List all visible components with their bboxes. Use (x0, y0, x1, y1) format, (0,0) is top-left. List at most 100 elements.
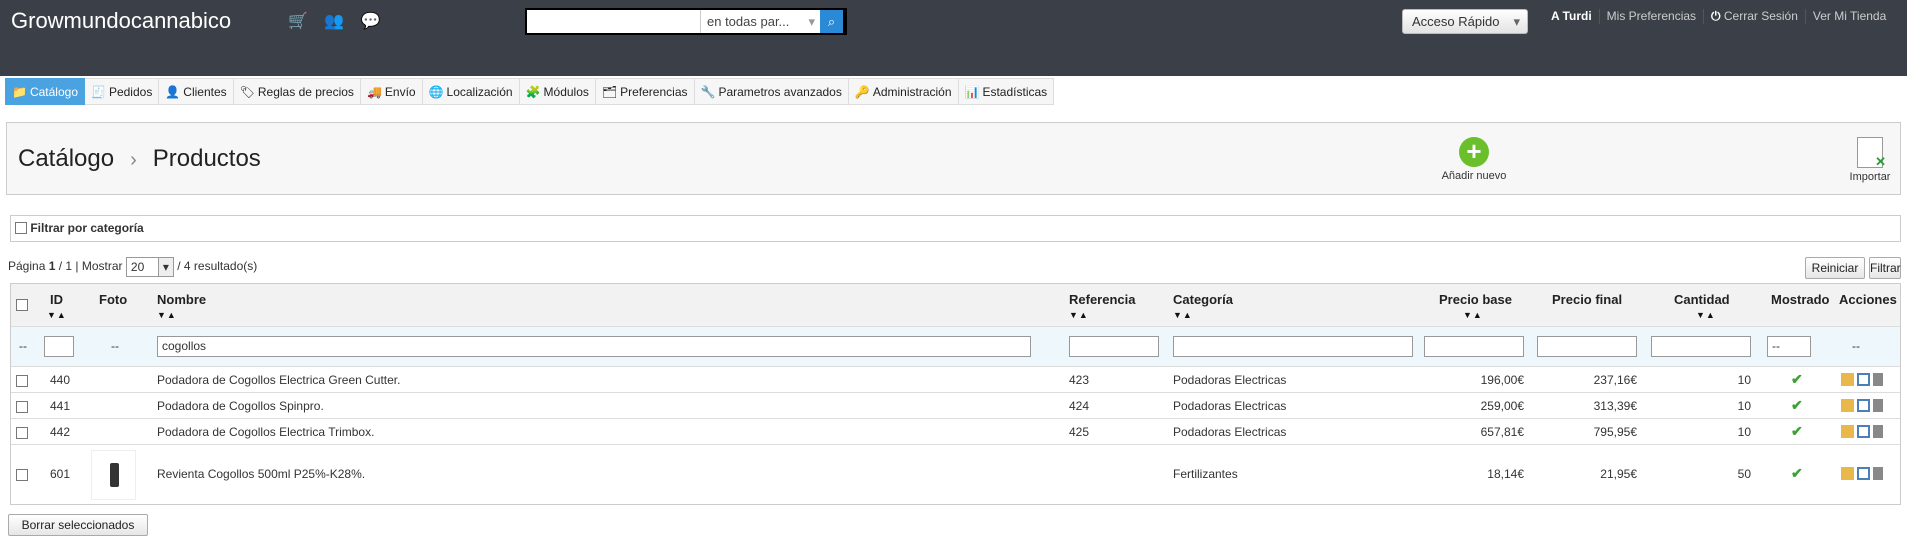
delete-icon[interactable] (1873, 399, 1883, 413)
cell-reference: 425 (1069, 425, 1090, 439)
enabled-check-icon[interactable]: ✔ (1791, 465, 1803, 482)
delete-icon[interactable] (1873, 373, 1883, 387)
col-name: Nombre (157, 292, 207, 307)
filter-id-input[interactable] (44, 336, 74, 357)
price-rules-icon: 🏷 (239, 85, 255, 99)
cell-name[interactable]: Podadora de Cogollos Electrica Trimbox. (157, 425, 374, 439)
shop-name[interactable]: Growmundocannabico (11, 8, 231, 34)
tab-catalogo[interactable]: 📁 Catálogo (5, 78, 85, 105)
key-icon: 🔑 (854, 85, 870, 99)
row-checkbox[interactable] (16, 427, 28, 439)
results-count: / 4 resultado(s) (177, 259, 258, 274)
messages-icon[interactable]: 💬 (361, 13, 381, 30)
reset-button[interactable]: Reiniciar (1805, 257, 1865, 279)
top-header: Growmundocannabico 🛒 👥 💬 en todas par...… (0, 0, 1907, 76)
edit-icon[interactable] (1841, 399, 1854, 413)
logout-link[interactable]: ⏻ Cerrar Sesión (1703, 9, 1805, 24)
table-header: ID ▼▲ Foto Nombre ▼▲ Referencia ▼▲ Categ… (11, 284, 1900, 326)
add-new-button[interactable]: + Añadir nuevo (1439, 137, 1509, 182)
delete-icon[interactable] (1873, 425, 1883, 439)
search-scope-select[interactable]: en todas par... (700, 10, 820, 33)
cell-name[interactable]: Podadora de Cogollos Electrica Green Cut… (157, 373, 400, 387)
sort-id-icon[interactable]: ▼▲ (47, 310, 67, 320)
tab-modulos[interactable]: 🧩 Módulos (519, 78, 596, 105)
filter-button[interactable]: Filtrar (1869, 257, 1901, 279)
my-preferences-link[interactable]: Mis Preferencias (1598, 9, 1703, 24)
delete-icon[interactable] (1873, 467, 1883, 481)
table-row[interactable]: 440 Podadora de Cogollos Electrica Green… (11, 366, 1900, 392)
table-row[interactable]: 442 Podadora de Cogollos Electrica Trimb… (11, 418, 1900, 444)
filter-shown-select[interactable]: -- (1767, 336, 1811, 357)
delete-selected-button[interactable]: Borrar seleccionados (8, 514, 148, 536)
breadcrumb-catalogo[interactable]: Catálogo (18, 145, 114, 172)
filter-reference-input[interactable] (1069, 336, 1159, 357)
tab-preferencias[interactable]: 🗂 Preferencias (595, 78, 695, 105)
edit-icon[interactable] (1841, 373, 1854, 387)
cell-category: Podadoras Electricas (1173, 373, 1287, 387)
cell-category: Podadoras Electricas (1173, 425, 1287, 439)
duplicate-icon[interactable] (1857, 399, 1870, 413)
cell-reference: 423 (1069, 373, 1090, 387)
products-table: ID ▼▲ Foto Nombre ▼▲ Referencia ▼▲ Categ… (10, 283, 1901, 505)
wrench-icon: 🔧 (700, 85, 716, 99)
cell-quantity: 50 (1737, 467, 1751, 481)
sort-category-icon[interactable]: ▼▲ (1173, 310, 1193, 320)
filter-name-input[interactable]: cogollos (157, 336, 1031, 357)
tab-parametros-avanzados[interactable]: 🔧 Parametros avanzados (694, 78, 849, 105)
duplicate-icon[interactable] (1857, 373, 1870, 387)
search-input[interactable] (527, 10, 700, 33)
table-row[interactable]: 441 Podadora de Cogollos Spinpro. 424 Po… (11, 392, 1900, 418)
search-button[interactable]: ⌕ (820, 10, 843, 33)
filter-dash: -- (19, 339, 27, 353)
cell-base-price: 259,00€ (1480, 399, 1524, 413)
add-new-label: Añadir nuevo (1441, 170, 1507, 182)
enabled-check-icon[interactable]: ✔ (1791, 397, 1803, 414)
cell-name[interactable]: Podadora de Cogollos Spinpro. (157, 399, 324, 413)
select-all-checkbox[interactable] (16, 299, 28, 311)
tab-estadisticas[interactable]: 📊 Estadísticas (958, 78, 1055, 105)
tab-clientes[interactable]: 👤 Clientes (159, 78, 234, 105)
cell-quantity: 10 (1737, 373, 1751, 387)
enabled-check-icon[interactable]: ✔ (1791, 423, 1803, 440)
enabled-check-icon[interactable]: ✔ (1791, 371, 1803, 388)
cell-id: 601 (50, 467, 71, 481)
sort-base-price-icon[interactable]: ▼▲ (1463, 310, 1483, 320)
users-icon[interactable]: 👥 (324, 13, 344, 30)
edit-icon[interactable] (1841, 425, 1854, 439)
row-checkbox[interactable] (16, 401, 28, 413)
duplicate-icon[interactable] (1857, 467, 1870, 481)
row-checkbox[interactable] (16, 469, 28, 481)
tab-administracion[interactable]: 🔑 Administración (848, 78, 959, 105)
import-icon (1857, 137, 1886, 170)
table-row[interactable]: 601 Revienta Cogollos 500ml P25%-K28%. F… (11, 444, 1900, 504)
filter-final-price-input[interactable] (1537, 336, 1637, 357)
view-shop-link[interactable]: Ver Mi Tienda (1804, 9, 1893, 24)
tab-localizacion[interactable]: 🌐 Localización (422, 78, 520, 105)
sort-reference-icon[interactable]: ▼▲ (1069, 310, 1089, 320)
cell-name[interactable]: Revienta Cogollos 500ml P25%-K28%. (157, 467, 365, 481)
tab-envio[interactable]: 🚚 Envío (360, 78, 423, 105)
sort-quantity-icon[interactable]: ▼▲ (1696, 310, 1716, 320)
cell-base-price: 657,81€ (1480, 425, 1524, 439)
quick-access-select[interactable]: Acceso Rápido (1402, 9, 1528, 34)
cell-quantity: 10 (1737, 425, 1751, 439)
filter-quantity-input[interactable] (1651, 336, 1751, 357)
cell-reference: 424 (1069, 399, 1090, 413)
row-checkbox[interactable] (16, 375, 28, 387)
filter-category-input[interactable] (1173, 336, 1413, 357)
filter-category-checkbox[interactable] (15, 222, 27, 234)
import-button[interactable]: Importar (1845, 137, 1895, 183)
duplicate-icon[interactable] (1857, 425, 1870, 439)
per-page-select[interactable]: 20 (125, 257, 174, 277)
filter-by-category: Filtrar por categoría (10, 215, 1901, 242)
sort-name-icon[interactable]: ▼▲ (157, 310, 177, 320)
cell-id: 440 (50, 373, 71, 387)
edit-icon[interactable] (1841, 467, 1854, 481)
employee-link[interactable]: A Turdi (1551, 9, 1599, 24)
pagination: Página 1 / 1 | Mostrar 20 / 4 resultado(… (8, 257, 257, 277)
cart-icon[interactable]: 🛒 (288, 13, 308, 30)
tab-pedidos[interactable]: 🧾 Pedidos (85, 78, 160, 105)
col-shown: Mostrado (1771, 292, 1830, 307)
filter-base-price-input[interactable] (1424, 336, 1524, 357)
tab-reglas-precios[interactable]: 🏷 Reglas de precios (233, 78, 361, 105)
